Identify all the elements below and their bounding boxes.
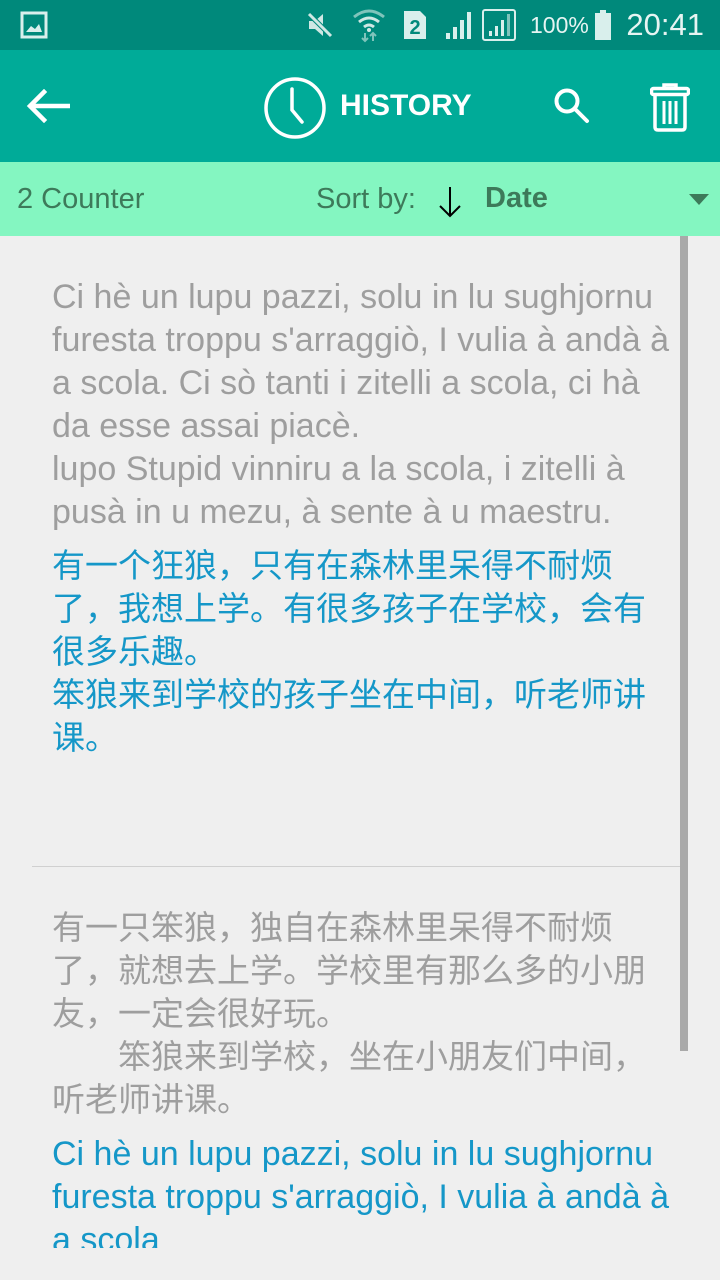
signal-sim2-icon [481, 0, 517, 50]
sort-label: Sort by: [316, 182, 416, 215]
back-button[interactable] [20, 80, 76, 132]
list-divider [32, 866, 688, 867]
translation-paragraph: 笨狼来到学校的孩子坐在中间，听老师讲课。 [52, 675, 646, 757]
trash-icon [650, 83, 690, 132]
translation-paragraph: 有一个狂狼，只有在森林里呆得不耐烦了，我想上学。有很多孩子在学校，会有很多乐趣。 [52, 546, 646, 671]
source-text: Ci hè un lupu pazzi, solu in lu sughjorn… [52, 276, 672, 534]
svg-text:2: 2 [409, 17, 420, 39]
source-paragraph: Ci hè un lupu pazzi, solu in lu sughjorn… [52, 278, 679, 445]
search-icon [554, 88, 589, 123]
source-paragraph: 笨狼来到学校，坐在小朋友们中间，听老师讲课。 [52, 1037, 646, 1119]
status-bar: 2 100% 20:41 [0, 0, 720, 50]
sort-bar: 2 Counter Sort by: Date [0, 162, 720, 236]
sort-direction-arrow-down-icon[interactable] [437, 186, 463, 223]
search-button[interactable] [548, 80, 596, 132]
signal-icon [444, 0, 478, 50]
battery-icon [594, 0, 612, 50]
scrollbar[interactable] [680, 236, 688, 1051]
sort-dropdown-triangle-down-icon[interactable] [689, 193, 709, 211]
sort-value[interactable]: Date [485, 162, 548, 234]
gallery-icon [20, 0, 48, 50]
history-item[interactable]: Ci hè un lupu pazzi, solu in lu sughjorn… [52, 276, 672, 759]
wifi-data-icon [352, 0, 386, 50]
history-item[interactable]: 有一只笨狼，独自在森林里呆得不耐烦了，就想去上学。学校里有那么多的小朋友，一定会… [52, 906, 672, 1248]
page-title: HISTORY [340, 89, 472, 122]
source-paragraph: lupo Stupid vinniru a la scola, i zitell… [52, 450, 635, 531]
source-text: 有一只笨狼，独自在森林里呆得不耐烦了，就想去上学。学校里有那么多的小朋友，一定会… [52, 906, 672, 1121]
history-list: Ci hè un lupu pazzi, solu in lu sughjorn… [0, 236, 720, 1248]
delete-button[interactable] [644, 78, 696, 136]
clock-icon [264, 77, 326, 139]
source-paragraph: 有一只笨狼，独自在森林里呆得不耐烦了，就想去上学。学校里有那么多的小朋友，一定会… [52, 908, 646, 1033]
translation-text: Ci hè un lupu pazzi, solu in lu sughjorn… [52, 1133, 672, 1248]
history-counter: 2 Counter [17, 182, 145, 215]
sim-2-icon: 2 [402, 0, 428, 50]
translation-text: 有一个狂狼，只有在森林里呆得不耐烦了，我想上学。有很多孩子在学校，会有很多乐趣。… [52, 544, 672, 759]
arrow-left-icon [26, 89, 70, 123]
clock-time: 20:41 [626, 7, 704, 42]
translation-paragraph: Ci hè un lupu pazzi, solu in lu sughjorn… [52, 1135, 679, 1248]
mute-icon [305, 0, 335, 50]
battery-percent: 100% [530, 11, 589, 38]
